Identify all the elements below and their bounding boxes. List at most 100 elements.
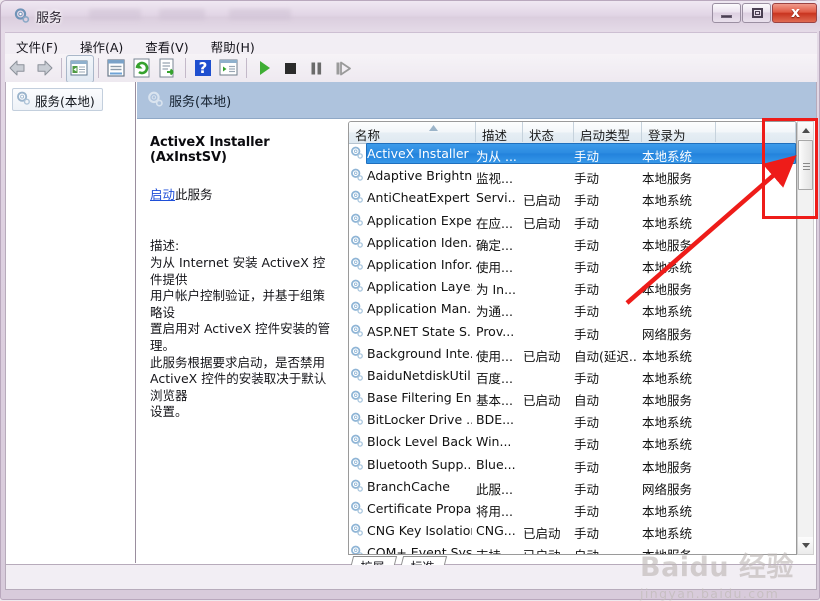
service-startup-type-cell: 手动 xyxy=(574,193,600,209)
table-row[interactable]: Application Laye... 为 In... 手动 本地服务 xyxy=(349,276,796,298)
minimize-icon xyxy=(721,15,732,18)
table-row[interactable]: Application Infor... 使用... 手动 本地系统 xyxy=(349,254,796,276)
services-gear-icon xyxy=(14,8,30,23)
service-gear-icon xyxy=(350,301,364,318)
table-row[interactable]: Bluetooth Supp... Blue... 手动 本地服务 xyxy=(349,454,796,476)
service-logon-as-cell: 本地系统 xyxy=(642,526,693,542)
table-row[interactable]: Application Iden... 确定... 手动 本地服务 xyxy=(349,232,796,254)
table-row[interactable]: Background Inte... 使用... 已启动 自动(延迟... 本地系统 xyxy=(349,343,796,365)
service-logon-as-cell: 本地系统 xyxy=(642,259,693,275)
service-startup-type-cell: 手动 xyxy=(574,415,600,431)
service-startup-type-cell: 手动 xyxy=(574,282,600,298)
results-pane-header: 服务(本地) xyxy=(137,82,816,119)
show-action-pane-button[interactable] xyxy=(216,55,242,81)
service-startup-type-cell: 自动 xyxy=(574,393,600,409)
column-logon-as[interactable]: 登录为 xyxy=(642,122,716,143)
service-description-cell: 为 In... xyxy=(476,282,516,298)
description-label: 描述: xyxy=(150,238,180,253)
title-ghost-text-3 xyxy=(229,9,291,20)
table-row[interactable]: Base Filtering En... 基本... 已启动 自动 本地服务 xyxy=(349,387,796,409)
menu-view[interactable]: 查看(V) xyxy=(134,33,199,55)
list-header: 名称 描述 状态 启动类型 登录为 xyxy=(349,122,796,144)
service-startup-type-cell: 手动 xyxy=(574,259,600,275)
table-row[interactable]: Block Level Back...Win... 手动 本地系统 xyxy=(349,431,796,453)
table-row[interactable]: Application Man... 为通... 手动 本地系统 xyxy=(349,298,796,320)
service-gear-icon xyxy=(350,190,364,207)
service-startup-type-cell: 自动 xyxy=(574,545,636,554)
scrollbar-thumb[interactable] xyxy=(798,140,813,190)
menu-help[interactable]: 帮助(H) xyxy=(200,33,266,55)
service-description-cell: 使用... xyxy=(476,348,513,364)
back-button[interactable] xyxy=(5,55,31,81)
column-startup-type[interactable]: 启动类型 xyxy=(574,122,642,143)
service-logon-as-cell: 本地服务 xyxy=(642,171,693,187)
scroll-down-button[interactable] xyxy=(798,537,813,554)
service-startup-type-cell: 手动 xyxy=(574,237,600,253)
service-logon-as-cell: 本地服务 xyxy=(642,545,712,554)
services-gear-icon xyxy=(148,91,163,107)
service-name-cell: Application Laye... xyxy=(367,279,472,295)
start-service-link[interactable]: 启动 xyxy=(150,187,175,202)
title-ghost-text-2 xyxy=(159,9,205,20)
status-bar xyxy=(5,565,817,590)
service-name-cell: Base Filtering En... xyxy=(367,390,472,406)
table-row[interactable]: BaiduNetdiskUtil... 百度... 手动 本地系统 xyxy=(349,365,796,387)
column-name[interactable]: 名称 xyxy=(349,122,476,143)
service-name-cell: Application Expe... xyxy=(367,212,472,228)
stop-service-button[interactable] xyxy=(277,55,303,81)
help-button[interactable]: ? xyxy=(190,55,216,81)
close-button[interactable]: x xyxy=(772,3,817,23)
service-name-cell: BitLocker Drive ... xyxy=(367,412,472,428)
service-name-cell: Bluetooth Supp... xyxy=(367,456,472,472)
table-row[interactable]: COM+ Event Sys... 支持... 已启动自动本地服务 xyxy=(349,542,796,554)
table-row[interactable]: ActiveX Installer ... 为从 ... 手动 本地系统 xyxy=(349,143,796,165)
table-row[interactable]: BranchCache 此服... 手动 网络服务 xyxy=(349,476,796,498)
sidebar-item-label: 服务(本地) xyxy=(35,94,95,109)
window-title: 服务 xyxy=(36,11,63,26)
table-row[interactable]: Certificate Propa... 将用... 手动 本地系统 xyxy=(349,498,796,520)
service-logon-as-cell: 本地服务 xyxy=(642,237,693,253)
service-name-cell: Certificate Propa... xyxy=(367,501,472,516)
description-line: 设置。 xyxy=(150,404,188,420)
refresh-button[interactable] xyxy=(129,55,155,81)
maximize-button[interactable] xyxy=(742,3,771,23)
restart-service-button[interactable] xyxy=(329,55,355,81)
service-logon-as-cell: 本地系统 xyxy=(642,149,693,164)
window-controls: x xyxy=(711,3,817,25)
show-hide-tree-button[interactable] xyxy=(66,55,94,83)
menu-action[interactable]: 操作(A) xyxy=(69,33,134,55)
pause-service-icon xyxy=(311,62,322,75)
forward-button[interactable] xyxy=(31,55,57,81)
service-status-cell: 已启动 xyxy=(523,393,561,409)
table-row[interactable]: Application Expe...在应... 已启动手动 本地系统 xyxy=(349,210,796,232)
column-description[interactable]: 描述 xyxy=(476,122,523,143)
service-startup-type-cell: 手动 xyxy=(574,504,600,519)
column-status[interactable]: 状态 xyxy=(523,122,574,143)
export-list-button[interactable] xyxy=(155,55,181,81)
sidebar-item-services-local[interactable]: 服务(本地) xyxy=(12,88,103,111)
properties-button[interactable] xyxy=(103,55,129,81)
table-row[interactable]: ASP.NET State S... Prov... 手动 网络服务 xyxy=(349,321,796,343)
column-filler[interactable] xyxy=(716,122,796,142)
service-name-cell: Background Inte... xyxy=(367,345,472,361)
service-status-cell: 已启动 xyxy=(523,193,561,209)
vertical-scrollbar[interactable] xyxy=(797,121,814,555)
service-status-cell: 已启动 xyxy=(523,545,571,554)
title-bar: 服务 x xyxy=(1,1,820,31)
service-logon-as-cell: 本地系统 xyxy=(642,370,693,386)
service-startup-type-cell: 手动 xyxy=(574,171,600,187)
table-row[interactable]: AntiCheatExpert ...Servi... 已启动手动 本地系统 xyxy=(349,187,796,209)
scroll-up-button[interactable] xyxy=(798,122,813,139)
table-row[interactable]: CNG Key Isolation CNG... 已启动 手动 本地系统 xyxy=(349,520,796,542)
minimize-button[interactable] xyxy=(712,3,741,23)
pause-service-button[interactable] xyxy=(303,55,329,81)
table-row[interactable]: Adaptive Brightn...监视... 手动 本地服务 xyxy=(349,165,796,187)
table-row[interactable]: BitLocker Drive ... BDE... 手动 本地系统 xyxy=(349,409,796,431)
start-service-button[interactable] xyxy=(251,55,277,81)
services-list-container: 名称描述状态启动类型登录为 ActiveX Installer ... 为从 ..… xyxy=(345,119,816,574)
services-list: 名称描述状态启动类型登录为 ActiveX Installer ... 为从 ..… xyxy=(348,121,797,555)
service-name-cell: Adaptive Brightn... xyxy=(367,168,472,184)
service-gear-icon xyxy=(350,213,364,230)
service-name-cell: Application Man... xyxy=(367,301,472,317)
menu-file[interactable]: 文件(F) xyxy=(5,33,69,55)
